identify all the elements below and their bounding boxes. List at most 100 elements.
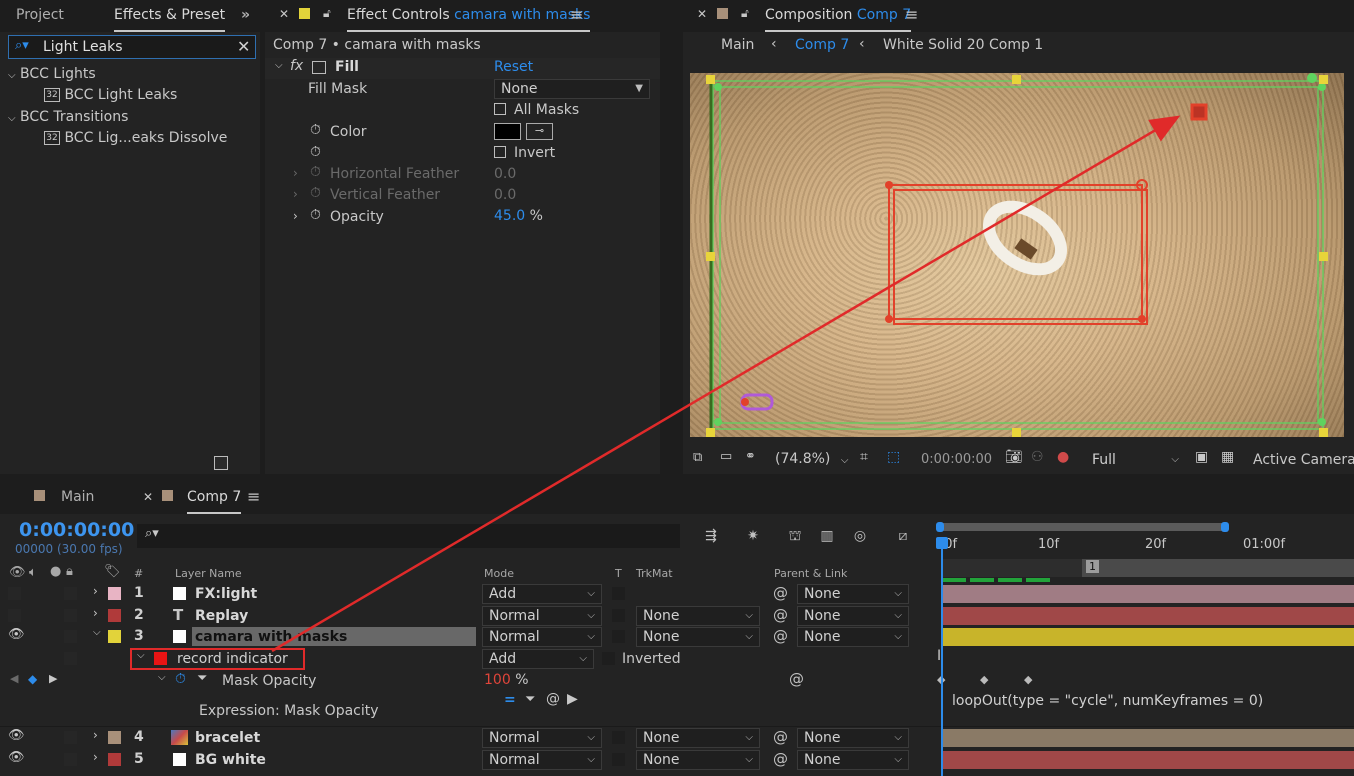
preserve-transparency-toggle[interactable] xyxy=(612,587,625,600)
monitor-icon[interactable]: ▭ xyxy=(720,449,732,464)
tab-composition[interactable]: Composition Comp 7 xyxy=(765,0,912,32)
mode-dropdown[interactable]: Normal ⌵ xyxy=(482,750,602,770)
lock-switch[interactable] xyxy=(64,652,77,665)
layer-bar-2[interactable] xyxy=(942,607,1354,625)
tab-comp-7[interactable]: Comp 7 xyxy=(187,482,242,514)
comp-marker[interactable]: 1 xyxy=(1086,560,1099,573)
pickwhip-icon[interactable]: @ xyxy=(773,728,788,746)
resolution-dropdown[interactable]: Full ⌵ xyxy=(1085,450,1186,470)
stopwatch-icon[interactable]: ⏱︎ xyxy=(310,122,321,138)
parent-dropdown[interactable]: None ⌵ xyxy=(797,750,909,770)
camera-snapshot-icon[interactable]: 📷︎ xyxy=(1005,449,1023,465)
preserve-transparency-toggle[interactable] xyxy=(612,630,625,643)
keyframe-diamond[interactable]: ◆ xyxy=(980,673,988,686)
add-keyframe-icon[interactable]: ◆ xyxy=(28,672,37,686)
panel-menu-icon[interactable]: ≡ xyxy=(570,5,583,24)
layer-name[interactable]: BG white xyxy=(195,752,266,768)
layer-handle[interactable] xyxy=(706,252,715,261)
layer-handle[interactable] xyxy=(1319,252,1328,261)
mask-inverted-checkbox[interactable] xyxy=(602,652,615,665)
show-snapshot-icon[interactable]: ⚇ xyxy=(1031,449,1044,465)
mode-dropdown[interactable]: Add ⌵ xyxy=(482,584,602,604)
layer-name[interactable]: FX:light xyxy=(195,586,257,602)
color-swatch[interactable] xyxy=(494,123,521,140)
mask-mode-dropdown[interactable]: Add ⌵ xyxy=(482,649,594,669)
pickwhip-icon[interactable]: @ xyxy=(789,670,804,688)
mask-opacity-row[interactable]: ◀ ◆ ▶ ⌵ ⏱︎ ⏷ Mask Opacity 100 % @ xyxy=(0,670,935,691)
layer-handle[interactable] xyxy=(1012,428,1021,437)
expression-pickwhip-icon[interactable]: @ xyxy=(546,691,560,707)
layer-name[interactable]: bracelet xyxy=(195,730,260,746)
region-of-interest-icon[interactable]: ⬚ xyxy=(887,449,900,465)
trkmat-dropdown[interactable]: None ⌵ xyxy=(636,728,760,748)
chevron-down-icon[interactable]: ⌵ xyxy=(158,672,166,683)
tree-item-bcc-light-leaks[interactable]: 32 BCC Light Leaks xyxy=(44,87,177,103)
timeline-search-field[interactable]: ⌕▾ xyxy=(137,524,680,548)
mask-row[interactable]: ⌵ record indicator Add ⌵ Inverted xyxy=(0,648,935,670)
layer-row-1[interactable]: › 1 FX:light Add ⌵ @ None ⌵ xyxy=(0,583,935,604)
eye-icon[interactable]: 👁︎ xyxy=(8,728,25,743)
timeline-timecode[interactable]: 0:00:00:00 xyxy=(19,519,134,541)
layer-name[interactable]: camara with masks xyxy=(195,629,347,645)
chevron-down-icon[interactable]: ⌵ xyxy=(93,627,101,638)
chevron-down-icon[interactable]: ⌵ xyxy=(137,650,145,661)
breadcrumb-main[interactable]: Main xyxy=(721,37,754,53)
mask-name[interactable]: record indicator xyxy=(177,651,288,667)
effects-search-field[interactable]: ⌕▾ Light Leaks ✕ xyxy=(8,35,256,59)
layer-handle[interactable] xyxy=(706,75,715,84)
chevron-down-icon[interactable]: ⌵ xyxy=(275,60,283,71)
layer-row-3[interactable]: 👁︎ ⌵ 3 camara with masks Normal ⌵ None ⌵ @… xyxy=(0,626,935,647)
new-folder-icon[interactable] xyxy=(214,456,228,470)
current-time-indicator[interactable] xyxy=(941,540,943,776)
eyedropper-icon[interactable]: ⊸ xyxy=(526,123,553,140)
lock-switch[interactable] xyxy=(64,587,77,600)
layer-name[interactable]: Replay xyxy=(195,608,248,624)
chevron-right-icon[interactable]: › xyxy=(93,728,98,742)
trkmat-dropdown[interactable]: None ⌵ xyxy=(636,750,760,770)
fast-preview-icon[interactable]: ▣ xyxy=(1195,449,1208,465)
panel-menu-icon[interactable]: ≡ xyxy=(905,5,918,24)
transparency-grid-icon[interactable]: ▦ xyxy=(1221,449,1234,465)
panel-menu-icon[interactable]: ≡ xyxy=(247,487,260,506)
layer-handle[interactable] xyxy=(706,428,715,437)
preserve-transparency-toggle[interactable] xyxy=(612,753,625,766)
pickwhip-icon[interactable]: @ xyxy=(773,606,788,624)
av-switch[interactable] xyxy=(8,587,21,600)
expression-editor[interactable]: loopOut(type = "cycle", numKeyframes = 0… xyxy=(952,693,1263,709)
preserve-transparency-toggle[interactable] xyxy=(612,609,625,622)
av-switch[interactable] xyxy=(8,609,21,622)
tree-folder-bcc-lights[interactable]: ⌵ BCC Lights xyxy=(8,66,96,82)
layer-row-5[interactable]: 👁︎ › 5 BG white Normal ⌵ None ⌵ @ None ⌵ xyxy=(0,749,935,770)
camera-view-dropdown[interactable]: Active Camera xyxy=(1253,452,1354,468)
next-keyframe-icon[interactable]: ▶ xyxy=(49,672,57,685)
trkmat-dropdown[interactable]: None ⌵ xyxy=(636,627,760,647)
parent-dropdown[interactable]: None ⌵ xyxy=(797,627,909,647)
draft-3d-icon[interactable]: ✷ xyxy=(742,525,764,547)
motion-blur-icon[interactable]: ◎ xyxy=(849,525,871,547)
layer-bar-3[interactable] xyxy=(942,628,1354,646)
frame-blending-icon[interactable]: ▥ xyxy=(816,525,838,547)
tab-effects-presets[interactable]: Effects & Preset xyxy=(114,0,226,32)
layer-handle[interactable] xyxy=(1319,428,1328,437)
tree-folder-bcc-transitions[interactable]: ⌵ BCC Transitions xyxy=(8,109,128,125)
stopwatch-icon[interactable]: ⏱︎ xyxy=(175,671,186,687)
mode-dropdown[interactable]: Normal ⌵ xyxy=(482,627,602,647)
layer-handle[interactable] xyxy=(1319,75,1328,84)
pickwhip-icon[interactable]: @ xyxy=(773,750,788,768)
reset-link[interactable]: Reset xyxy=(494,59,533,75)
trkmat-dropdown[interactable]: None ⌵ xyxy=(636,606,760,626)
layer-bar-4[interactable] xyxy=(942,729,1354,747)
grid-icon[interactable]: ⌗ xyxy=(860,449,868,465)
graph-icon[interactable]: ⏷ xyxy=(197,671,207,686)
column-header-layer-name[interactable]: Layer Name xyxy=(175,567,242,580)
layer-bar-1[interactable] xyxy=(942,585,1354,603)
parent-dropdown[interactable]: None ⌵ xyxy=(797,606,909,626)
chevron-right-icon[interactable]: › xyxy=(93,606,98,620)
parent-dropdown[interactable]: None ⌵ xyxy=(797,584,909,604)
invert-checkbox[interactable] xyxy=(494,146,506,158)
close-tab-icon[interactable]: ✕ xyxy=(279,7,289,21)
pickwhip-icon[interactable]: @ xyxy=(773,627,788,645)
graph-editor-icon[interactable]: ⧄ xyxy=(892,525,914,547)
mode-dropdown[interactable]: Normal ⌵ xyxy=(482,728,602,748)
breadcrumb-comp-7[interactable]: Comp 7 xyxy=(795,37,849,53)
